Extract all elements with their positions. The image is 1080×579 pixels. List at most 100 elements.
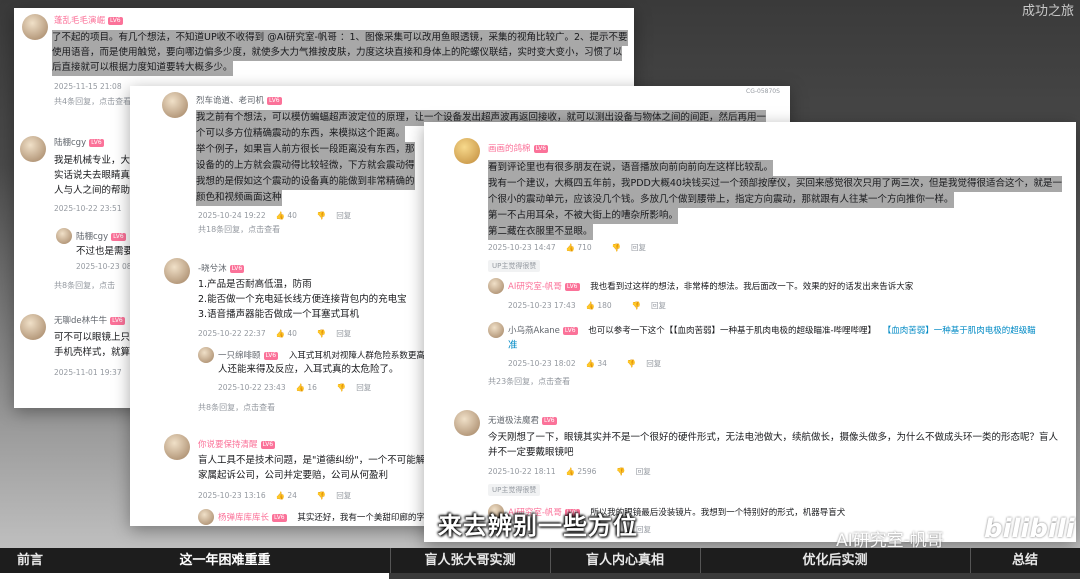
avatar[interactable] — [198, 509, 214, 525]
avatar[interactable] — [20, 314, 46, 340]
comment-username[interactable]: 无道极法魔君 LV6 — [488, 414, 557, 426]
comment-meta: 2025-10-22 23:51 — [54, 204, 122, 213]
comment-username[interactable]: 杨弹库库库长 LV6 其实还好，我有一个美甜印廊的字体 — [218, 511, 433, 523]
dislike-icon[interactable]: 👎 — [317, 491, 326, 500]
like-icon[interactable]: 👍 710 — [566, 243, 602, 252]
comment-username[interactable]: 陆棚cgy LV6 — [54, 136, 104, 148]
avatar[interactable] — [488, 322, 504, 338]
comment-username[interactable]: -晓兮沐 LV6 — [198, 262, 245, 274]
more-replies-link[interactable]: 共8条回复，点击 — [54, 280, 115, 291]
reply-button[interactable]: 回复 — [636, 467, 651, 476]
level-badge: LV6 — [263, 351, 279, 360]
video-progress-bar[interactable] — [0, 573, 1080, 579]
reply-button[interactable]: 回复 — [651, 301, 666, 310]
reply-button[interactable]: 回复 — [336, 491, 351, 500]
comment-meta: 2025-10-22 23:43 👍 16 👎 回复 — [218, 383, 372, 392]
chapter-intro[interactable]: 前言 — [0, 548, 61, 573]
video-subtitle: 来去辨别一些方位 — [438, 512, 638, 540]
avatar[interactable] — [56, 228, 72, 244]
level-badge: LV6 — [110, 316, 125, 325]
comment-panel-front: 画画的鸽棉 LV6 看到评论里也有很多朋友在说，语音播放向前向前向左这样比较乱。 … — [424, 122, 1076, 542]
like-icon[interactable]: 👍 180 — [586, 301, 622, 310]
level-badge: LV6 — [108, 16, 123, 25]
dislike-icon[interactable]: 👎 — [612, 243, 621, 252]
comment-text-line-5: 第二藏在衣服里不显眼。 — [488, 224, 593, 240]
comment-username[interactable]: AI研究室-帆哥 LV6 我也看到过这样的想法，非常棒的想法。我后面改一下。效果的… — [508, 280, 913, 292]
top-right-watermark: 成功之旅 — [1021, 4, 1074, 19]
chapter-optimized-test[interactable]: 优化后实测 — [700, 548, 971, 573]
level-badge: LV6 — [533, 144, 549, 153]
comment-username[interactable]: 画画的鸽棉 LV6 — [488, 142, 549, 154]
comment-text-line-3: 后直接就可以根据力度知道要转大概多少。 — [52, 60, 233, 76]
comment-text-line-6: 颜色和视频画面这种 — [196, 190, 282, 206]
comment-username[interactable]: 你说要保持清醒 LV6 — [198, 438, 276, 450]
avatar[interactable] — [488, 278, 504, 294]
more-replies-link[interactable]: 共18条回复，点击查看 — [198, 224, 280, 235]
like-icon[interactable]: 👍 40 — [276, 329, 307, 338]
like-icon[interactable]: 👍 16 — [296, 383, 327, 392]
comment-text-line-2: 我有一个建议，大概四五年前，我PDD大概40块钱买过一个颈部按摩仪，买回来感觉很… — [488, 176, 1062, 192]
reply-text-line-2: 人还能来得及反应，入耳式真的太危险了。 — [218, 364, 399, 375]
reply-button[interactable]: 回复 — [636, 524, 651, 535]
reply-text: 我也看到过这样的想法，非常棒的想法。我后面改一下。效果的好的话发出来告诉大家 — [590, 282, 914, 292]
avatar[interactable] — [22, 14, 48, 40]
dislike-icon[interactable]: 👎 — [337, 383, 346, 392]
avatar[interactable] — [20, 136, 46, 162]
level-badge: LV6 — [542, 416, 557, 425]
avatar[interactable] — [164, 434, 190, 460]
video-link[interactable]: 【血肉苦弱】一种基于肌肉电极的超级瞄 — [883, 326, 1036, 336]
more-replies-link[interactable]: 共8条回复，点击查看 — [198, 402, 275, 413]
reply-button[interactable]: 回复 — [631, 243, 646, 252]
dislike-icon[interactable]: 👎 — [317, 329, 326, 338]
like-icon[interactable]: 👍 2596 — [566, 467, 607, 476]
comment-text-line-1: 看到评论里也有很多朋友在说，语音播放向前向前向左这样比较乱。 — [488, 160, 774, 176]
reply-button[interactable]: 回复 — [356, 383, 371, 392]
comment-text-line-4: 设备的的上方就会震动得比较轻微，下方就会震动得 — [196, 158, 415, 174]
chapter-hard-year[interactable]: 这一年困难重重 — [60, 548, 391, 573]
comment-meta: 2025-10-23 13:16 👍 24 👎 回复 — [198, 491, 352, 500]
like-icon[interactable]: 👍 40 — [276, 211, 307, 220]
dislike-icon[interactable]: 👎 — [632, 301, 641, 310]
comment-text-line-3: 人与人之间的帮助 — [54, 185, 131, 196]
avatar[interactable] — [454, 138, 480, 164]
chapter-test-zhang[interactable]: 盲人张大哥实测 — [390, 548, 551, 573]
chapter-summary[interactable]: 总结 — [970, 548, 1080, 573]
dislike-icon[interactable]: 👎 — [627, 359, 636, 368]
dislike-icon[interactable]: 👎 — [317, 211, 326, 220]
comment-text-line-1: 可不可以眼镜上只 — [54, 332, 131, 343]
level-badge: LV6 — [229, 264, 245, 273]
comment-username[interactable]: 烈车诡道、老司机 LV6 — [196, 94, 282, 106]
avatar[interactable] — [164, 258, 190, 284]
comment-username[interactable]: 一只绵啡颐 LV6 入耳式耳机对视障人群危险系数更高 — [218, 349, 425, 361]
comment-username[interactable]: 无聊de林牛牛 LV6 — [54, 314, 125, 326]
level-badge: LV6 — [564, 282, 580, 291]
up-liked-tag: UP主觉得很赞 — [488, 260, 541, 272]
dislike-icon[interactable]: 👎 — [616, 467, 625, 476]
comment-meta: 2025-10-22 18:11 👍 2596 👎 回复 — [488, 467, 651, 476]
comment-text-line-2: 2.能否做一个充电延长线方便连接背包内的充电宝 — [198, 294, 407, 305]
comment-meta: 2025-10-24 19:22 👍 40 👎 回复 — [198, 211, 352, 220]
comment-username[interactable]: 蓬乱毛毛演崛 LV6 — [54, 14, 123, 26]
reply-button[interactable]: 回复 — [336, 211, 351, 220]
comment-text-line-1: 了不起的项目。有几个想法，不知道UP收不收得到 @AI研究室-帆哥 ：1、图像采… — [52, 30, 628, 46]
level-badge: LV6 — [89, 138, 104, 147]
comment-meta: 2025-10-23 17:43 👍 180 👎 回复 — [508, 301, 666, 310]
comment-text-line-3: 举个例子，如果盲人前方很长一段距离没有东西，那 — [196, 142, 415, 158]
more-replies-link[interactable]: 共23条回复，点击查看 — [488, 376, 570, 387]
like-icon[interactable]: 👍 24 — [276, 491, 307, 500]
more-replies-link[interactable]: 共4条回复，点击查看 — [54, 96, 131, 107]
reply-text: 其实还好，我有一个美甜印廊的字体 — [297, 513, 434, 523]
reply-text: 也可以参考一下这个【【血肉苦弱】一种基于肌肉电极的超级瞄准-哔哩哔哩】 — [588, 326, 877, 336]
avatar[interactable] — [198, 347, 214, 363]
reply-button[interactable]: 回复 — [336, 329, 351, 338]
chapter-truth[interactable]: 盲人内心真相 — [550, 548, 701, 573]
video-link-line-2[interactable]: 准 — [508, 338, 518, 354]
comment-username[interactable]: 陆棚cgy LV6 — [76, 230, 126, 242]
reply-button[interactable]: 回复 — [646, 359, 661, 368]
chapter-bar: 前言 这一年困难重重 盲人张大哥实测 盲人内心真相 优化后实测 总结 — [0, 548, 1080, 573]
comment-username[interactable]: 小乌燕Akane LV6 也可以参考一下这个【【血肉苦弱】一种基于肌肉电极的超级瞄… — [508, 324, 1036, 336]
comment-text-line-2: 家属起诉公司，公司并定要赔，公司从何盈利 — [198, 470, 389, 481]
avatar[interactable] — [162, 92, 188, 118]
avatar[interactable] — [454, 410, 480, 436]
like-icon[interactable]: 👍 34 — [586, 359, 617, 368]
